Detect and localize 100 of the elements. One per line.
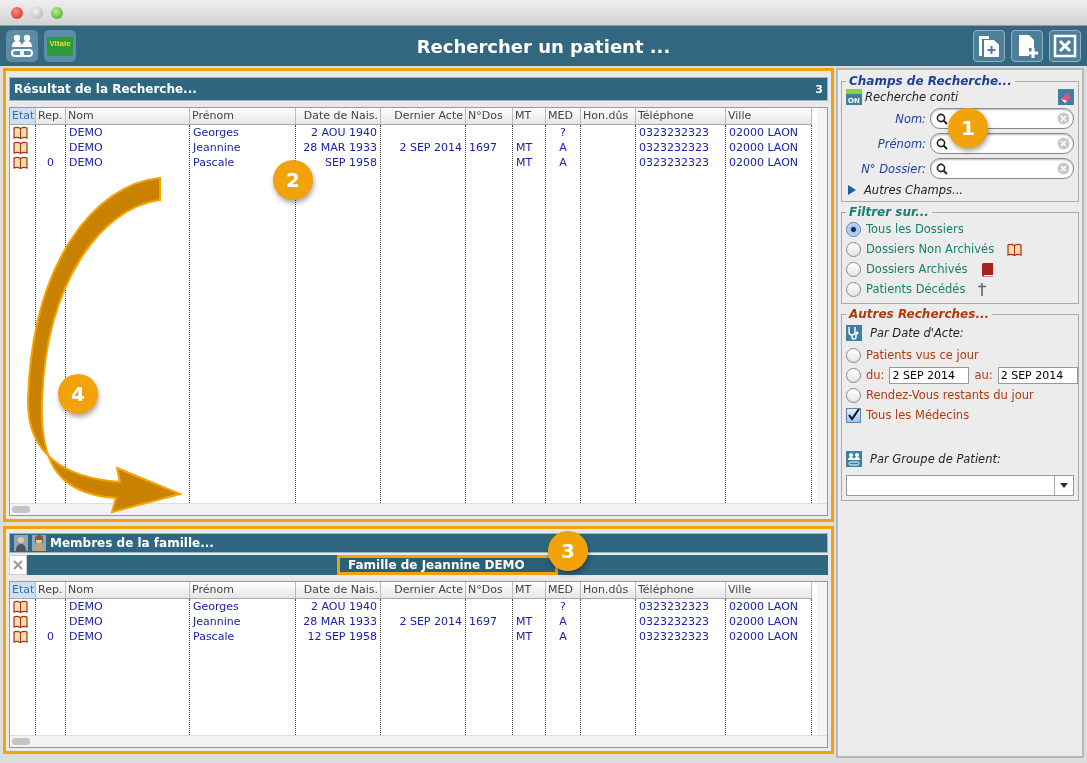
open-book-icon	[1007, 242, 1023, 256]
column-header[interactable]: Prénom	[190, 582, 296, 599]
column-header[interactable]: N°Dos	[466, 108, 513, 125]
clear-icon[interactable]	[1057, 112, 1070, 125]
column-header[interactable]: N°Dos	[466, 582, 513, 599]
table-cell: Georges	[193, 599, 239, 614]
column-header[interactable]: Dernier Acte	[381, 582, 466, 599]
close-icon	[13, 560, 23, 570]
column-header[interactable]: Prénom	[190, 108, 296, 125]
column-header[interactable]: Date de Nais.	[296, 582, 381, 599]
section-heading: Par Date d'Acte:	[870, 326, 964, 340]
table-cell: 0	[47, 155, 54, 170]
close-button[interactable]	[1049, 30, 1081, 62]
column-header[interactable]: Ville	[726, 108, 812, 125]
table-cell: Pascale	[193, 155, 235, 170]
column-header[interactable]: Rep.	[36, 108, 66, 125]
people-link-button[interactable]	[6, 30, 38, 62]
column-header[interactable]: Téléphone	[636, 582, 726, 599]
group-dropdown[interactable]	[846, 475, 1074, 496]
table-cell: 0323232323	[639, 140, 709, 155]
group-title: Filtrer sur...	[848, 205, 930, 219]
close-tab-button[interactable]	[9, 555, 27, 575]
date-field[interactable]: 2 SEP 2014	[889, 366, 970, 384]
radio-button[interactable]	[846, 221, 861, 237]
window-close-button[interactable]	[11, 6, 23, 19]
clear-icon[interactable]	[1057, 162, 1070, 175]
table-cell: 2 SEP 2014	[399, 140, 462, 155]
range-to-label: au:	[974, 368, 993, 382]
column-header[interactable]: Date de Nais.	[296, 108, 381, 125]
table-cell: 02000 LAON	[729, 125, 799, 140]
radio-button[interactable]	[846, 367, 861, 383]
option-label: Tous les Dossiers	[866, 222, 964, 236]
radio-button[interactable]	[846, 261, 861, 277]
table-cell: A	[559, 614, 567, 629]
radio-button[interactable]	[846, 347, 861, 363]
family-tab[interactable]: Famille de Jeannine DEMO	[337, 555, 558, 575]
radio-button[interactable]	[846, 281, 861, 297]
column-header[interactable]: Ville	[726, 582, 812, 599]
copy-add-button[interactable]	[973, 30, 1005, 62]
eraser-icon[interactable]	[1058, 89, 1074, 105]
option-label: Patients Décédés	[866, 282, 966, 296]
date-field[interactable]: 2 SEP 2014	[997, 366, 1078, 384]
new-document-button[interactable]	[1011, 30, 1043, 62]
checkbox[interactable]	[846, 407, 861, 423]
column-header[interactable]: Etat	[10, 582, 36, 599]
column-header[interactable]: Hon.dûs	[581, 582, 636, 599]
open-book-icon	[13, 615, 28, 628]
column-header[interactable]: MED	[546, 108, 581, 125]
open-book-icon	[13, 141, 28, 154]
column-header[interactable]: MT	[513, 582, 546, 599]
table-cell: DEMO	[69, 140, 103, 155]
radio-button[interactable]	[846, 241, 861, 257]
table-cell: MT	[516, 614, 533, 629]
table-cell: 02000 LAON	[729, 599, 799, 614]
open-book-icon	[13, 600, 28, 613]
table-cell: Jeannine	[193, 614, 241, 629]
clear-icon[interactable]	[1057, 137, 1070, 150]
column-header[interactable]: Rep.	[36, 582, 66, 599]
radio-button[interactable]	[846, 387, 861, 403]
table-cell: 0323232323	[639, 614, 709, 629]
table-cell: 0	[47, 629, 54, 644]
table-cell: 0323232323	[639, 629, 709, 644]
table-cell: 28 MAR 1933	[303, 140, 377, 155]
cross-icon	[978, 282, 987, 296]
table-cell: ?	[560, 125, 566, 140]
column-header[interactable]: Téléphone	[636, 108, 726, 125]
column-header[interactable]: Dernier Acte	[381, 108, 466, 125]
more-fields-toggle[interactable]: Autres Champs...	[846, 181, 963, 197]
table-cell: Jeannine	[193, 140, 241, 155]
column-header[interactable]: Etat	[10, 108, 36, 125]
table-cell: 02000 LAON	[729, 614, 799, 629]
column-header[interactable]: Hon.dûs	[581, 108, 636, 125]
section-heading: Par Groupe de Patient:	[870, 452, 1001, 466]
search-field[interactable]	[930, 158, 1074, 179]
table-cell: 0323232323	[639, 125, 709, 140]
scrollbar[interactable]	[10, 735, 827, 747]
table-cell: Georges	[193, 125, 239, 140]
column-header[interactable]: MT	[513, 108, 546, 125]
table-cell: 1697	[469, 140, 497, 155]
column-header[interactable]: MED	[546, 582, 581, 599]
table-cell: Pascale	[193, 629, 235, 644]
window-minimize-button[interactable]	[31, 6, 43, 19]
live-search-label: Recherche conti	[865, 90, 960, 104]
open-book-icon	[13, 630, 28, 643]
woman-icon	[32, 535, 46, 551]
column-header[interactable]: Nom	[66, 108, 190, 125]
table-cell: 0323232323	[639, 155, 709, 170]
disclosure-triangle-icon	[848, 185, 856, 195]
open-book-icon	[13, 156, 28, 169]
column-header[interactable]: Nom	[66, 582, 190, 599]
field-label: N° Dossier:	[860, 161, 927, 176]
table-cell: SEP 1958	[324, 155, 377, 170]
scrollbar[interactable]	[10, 503, 827, 515]
group-title: Champs de Recherche...	[848, 74, 1013, 88]
window-zoom-button[interactable]	[51, 6, 63, 19]
checkbox-label: Tous les Médecins	[866, 408, 970, 422]
man-icon	[14, 535, 28, 551]
table-cell: A	[559, 155, 567, 170]
table-cell: 1697	[469, 614, 497, 629]
option-label: Dossiers Archivés	[866, 262, 968, 276]
